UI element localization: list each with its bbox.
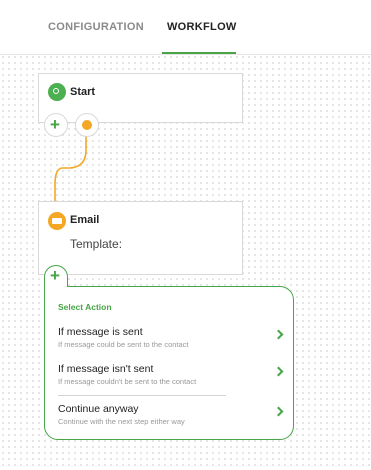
divider xyxy=(58,395,226,396)
action-if-message-sent[interactable]: If message is sent If message could be s… xyxy=(58,326,286,356)
template-label: Template: xyxy=(70,237,123,251)
action-title: Continue anyway xyxy=(58,403,139,415)
action-subtitle: Continue with the next step either way xyxy=(58,417,185,426)
plus-icon: + xyxy=(50,115,60,134)
email-node-title: Email xyxy=(70,214,100,226)
select-action-panel: Select Action If message is sent If mess… xyxy=(44,286,294,440)
action-subtitle: If message could be sent to the contact xyxy=(58,340,189,349)
action-subtitle: If message couldn't be sent to the conta… xyxy=(58,377,197,386)
start-node-title: Start xyxy=(70,86,96,98)
panel-title: Select Action xyxy=(58,302,112,312)
email-node[interactable]: Email Template: xyxy=(38,201,243,275)
action-continue-anyway[interactable]: Continue anyway Continue with the next s… xyxy=(58,403,286,433)
action-title: If message isn't sent xyxy=(58,363,154,375)
action-if-message-not-sent[interactable]: If message isn't sent If message couldn'… xyxy=(58,363,286,393)
start-icon xyxy=(48,83,66,101)
action-title: If message is sent xyxy=(58,326,143,338)
add-step-button[interactable]: + xyxy=(44,113,68,137)
add-action-button[interactable]: + xyxy=(44,265,68,287)
email-icon xyxy=(48,212,66,230)
plus-icon: + xyxy=(50,266,60,285)
connector-handle[interactable] xyxy=(75,113,99,137)
connector-dot-icon xyxy=(82,120,92,130)
start-node[interactable]: Start xyxy=(38,73,243,123)
